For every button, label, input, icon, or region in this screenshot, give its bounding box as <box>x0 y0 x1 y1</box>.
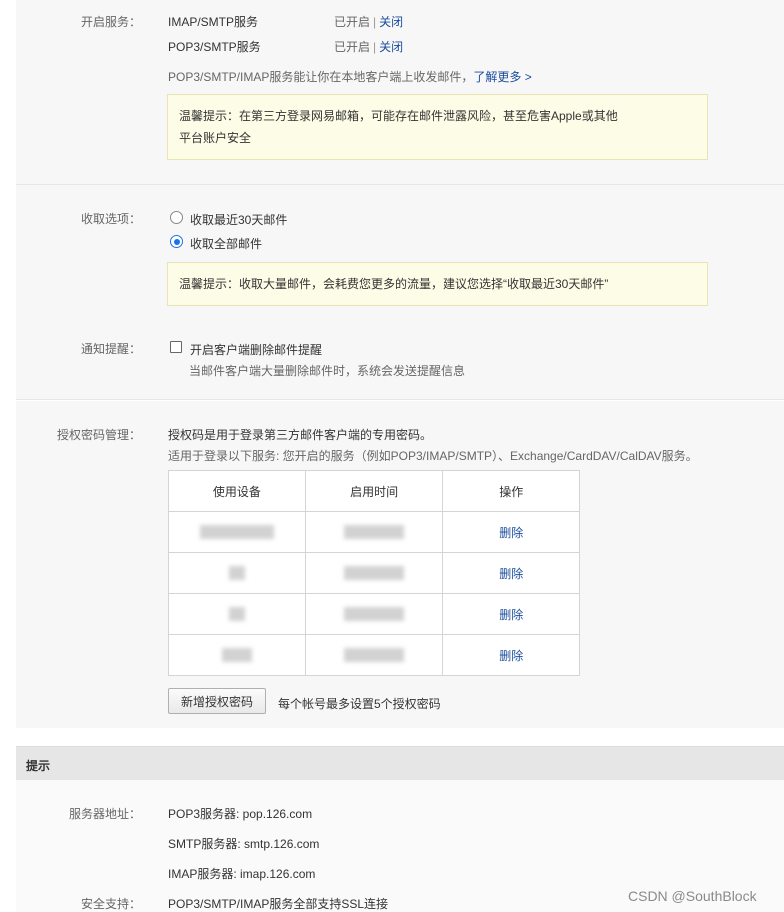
auth-limit-note: 每个帐号最多设置5个授权密码 <box>278 697 441 711</box>
auth-scope-note: 适用于登录以下服务: 您开启的服务（例如POP3/IMAP/SMTP）、Exch… <box>168 449 698 463</box>
notify-label: 通知提醒： <box>80 342 141 356</box>
action-cell: 删除 <box>442 511 580 553</box>
device-cell-redacted <box>168 593 306 635</box>
delete-reminder-checkbox[interactable] <box>170 341 182 353</box>
delete-link[interactable]: 删除 <box>499 649 523 663</box>
col-device: 使用设备 <box>168 470 306 512</box>
server-address-label: 服务器地址： <box>68 807 141 821</box>
smtp-server: SMTP服务器: smtp.126.com <box>168 837 320 851</box>
auth-description: 授权码是用于登录第三方邮件客户端的专用密码。 <box>168 428 433 442</box>
device-cell-redacted <box>168 511 306 553</box>
redacted-block <box>228 607 245 622</box>
pop3-server: POP3服务器: pop.126.com <box>168 807 313 821</box>
delete-link[interactable]: 删除 <box>499 608 523 622</box>
redacted-block <box>344 648 405 663</box>
auth-label: 授权密码管理： <box>56 428 141 442</box>
redacted-block <box>228 566 245 581</box>
action-cell: 删除 <box>442 593 580 635</box>
service-description-text: POP3/SMTP/IMAP服务能让你在本地客户端上收发邮件， <box>168 70 474 84</box>
service-name-pop3: POP3/SMTP服务 <box>168 40 261 54</box>
redacted-block <box>344 566 405 581</box>
table-row: 删除 <box>168 634 580 676</box>
service-description: POP3/SMTP/IMAP服务能让你在本地客户端上收发邮件，了解更多 > <box>168 68 532 85</box>
time-cell-redacted <box>304 593 444 635</box>
add-auth-code-button[interactable]: 新增授权密码 <box>168 688 266 714</box>
service-section: 开启服务： IMAP/SMTP服务 已开启 | 关闭 POP3/SMTP服务 已开启… <box>16 0 784 185</box>
auth-section: 授权密码管理： 授权码是用于登录第三方邮件客户端的专用密码。 适用于登录以下服务… <box>16 401 784 728</box>
status-text: 已开启 <box>334 40 371 54</box>
hint-header: 提示 <box>16 746 784 780</box>
service-name-imap: IMAP/SMTP服务 <box>168 15 259 29</box>
status-text: 已开启 <box>334 15 371 29</box>
action-cell: 删除 <box>442 552 580 594</box>
status-separator: | <box>373 15 377 29</box>
time-cell-redacted <box>304 634 444 676</box>
redacted-block <box>344 607 405 622</box>
service-status-pop3: 已开启 | 关闭 <box>334 38 403 55</box>
delete-link[interactable]: 删除 <box>499 526 523 540</box>
radio-recent-label[interactable]: 收取最近30天邮件 <box>190 211 287 228</box>
col-time: 启用时间 <box>304 470 444 512</box>
time-cell-redacted <box>304 511 444 553</box>
hint-title: 提示 <box>26 759 51 773</box>
service-label: 开启服务： <box>80 15 141 29</box>
table-row: 删除 <box>168 552 580 594</box>
redacted-block <box>199 525 274 540</box>
auth-table: 使用设备 启用时间 操作 删除 删除 删除 删除 <box>168 470 580 676</box>
close-imap-link[interactable]: 关闭 <box>379 15 403 29</box>
delete-reminder-label[interactable]: 开启客户端删除邮件提醒 <box>190 341 322 358</box>
service-warning-tip: 温馨提示：在第三方登录网易邮箱，可能存在邮件泄露风险，甚至危害Apple或其他 … <box>167 94 708 160</box>
imap-server: IMAP服务器: imap.126.com <box>168 867 316 881</box>
learn-more-link[interactable]: 了解更多 > <box>473 70 531 84</box>
close-pop3-link[interactable]: 关闭 <box>379 40 403 54</box>
service-status-imap: 已开启 | 关闭 <box>334 13 403 30</box>
receive-section: 收取选项： 收取最近30天邮件 收取全部邮件 温馨提示：收取大量邮件，会耗费您更… <box>16 185 784 400</box>
receive-warning-tip: 温馨提示：收取大量邮件，会耗费您更多的流量，建议您选择“收取最近30天邮件” <box>167 262 708 306</box>
delete-link[interactable]: 删除 <box>499 567 523 581</box>
receive-label: 收取选项： <box>80 212 141 226</box>
tip-line: 温馨提示：在第三方登录网易邮箱，可能存在邮件泄露风险，甚至危害Apple或其他 <box>179 109 618 123</box>
tip-line: 平台账户安全 <box>179 131 252 145</box>
redacted-block <box>221 648 252 663</box>
table-row: 删除 <box>168 511 580 553</box>
radio-all-label[interactable]: 收取全部邮件 <box>190 235 262 252</box>
watermark: CSDN @SouthBlock <box>628 888 757 904</box>
col-action: 操作 <box>442 470 580 512</box>
radio-all-mail[interactable] <box>170 235 183 248</box>
tip-line: 温馨提示：收取大量邮件，会耗费您更多的流量，建议您选择“收取最近30天邮件” <box>179 277 609 291</box>
table-header-row: 使用设备 启用时间 操作 <box>168 470 580 512</box>
redacted-block <box>344 525 405 540</box>
ssl-support-text: POP3/SMTP/IMAP服务全部支持SSL连接 <box>168 897 389 911</box>
radio-recent-30-days[interactable] <box>170 211 183 224</box>
action-cell: 删除 <box>442 634 580 676</box>
ssl-label: 安全支持： <box>80 897 141 911</box>
device-cell-redacted <box>168 552 306 594</box>
device-cell-redacted <box>168 634 306 676</box>
time-cell-redacted <box>304 552 444 594</box>
status-separator: | <box>373 40 377 54</box>
table-row: 删除 <box>168 593 580 635</box>
delete-reminder-note: 当邮件客户端大量删除邮件时，系统会发送提醒信息 <box>189 364 466 378</box>
